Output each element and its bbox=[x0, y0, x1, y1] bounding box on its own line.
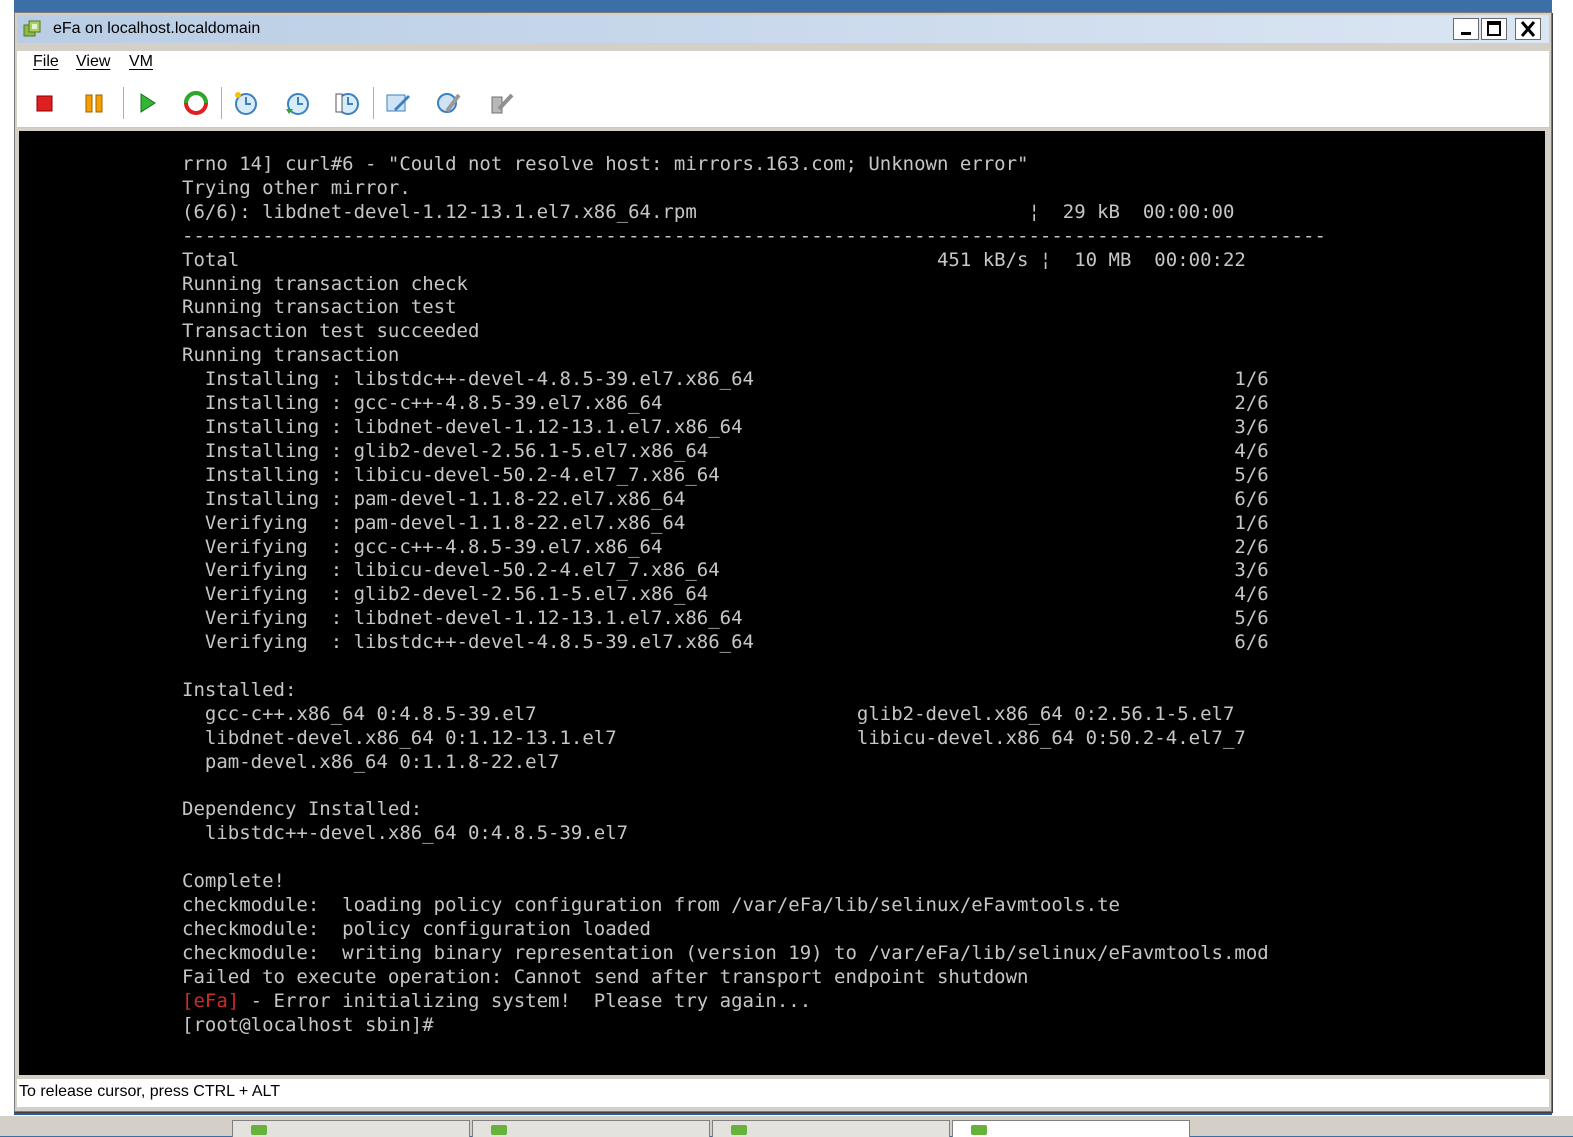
maximize-button[interactable] bbox=[1481, 18, 1507, 40]
close-button[interactable] bbox=[1515, 18, 1541, 40]
terminal-line: checkmodule: policy configuration loaded bbox=[182, 918, 651, 940]
terminal-line: Trying other mirror. bbox=[182, 176, 411, 199]
terminal-line: Verifying : libdnet-devel-1.12-13.1.el7.… bbox=[204, 607, 1269, 630]
terminal-line: Verifying : gcc-c++-4.8.5-39.el7.x86_64 … bbox=[204, 535, 1269, 558]
terminal-line: libdnet-devel.x86_64 0:1.12-13.1.el7 lib… bbox=[204, 726, 1246, 749]
terminal-line: Installing : gcc-c++-4.8.5-39.el7.x86_64… bbox=[204, 392, 1269, 415]
play-icon bbox=[140, 93, 156, 113]
desktop-left-strip bbox=[0, 0, 14, 1135]
stop-icon bbox=[36, 95, 53, 112]
revert-icon bbox=[286, 93, 309, 115]
menu-vm[interactable]: VM bbox=[129, 53, 153, 71]
shell-prompt: [root@localhost sbin]# bbox=[182, 1013, 434, 1036]
maximize-icon bbox=[1487, 21, 1501, 36]
terminal-line: checkmodule: writing binary representati… bbox=[182, 941, 1269, 964]
terminal-line: Installing : libicu-devel-50.2-4.el7_7.x… bbox=[204, 463, 1269, 486]
terminal-line: Complete! bbox=[182, 870, 285, 893]
error-tag: [eFa] bbox=[182, 989, 240, 1012]
taskbar-button[interactable] bbox=[712, 1120, 950, 1137]
minimize-button[interactable] bbox=[1453, 18, 1479, 40]
toolbar-separator bbox=[221, 87, 222, 119]
terminal-line: libstdc++-devel.x86_64 0:4.8.5-39.el7 bbox=[204, 822, 629, 845]
terminal-lines: rrno 14] curl#6 - "Could not resolve hos… bbox=[182, 153, 1326, 988]
snapshot-manager-button[interactable] bbox=[333, 89, 361, 117]
menu-bar: File View VM bbox=[17, 51, 1549, 77]
install-tools-button[interactable] bbox=[487, 89, 515, 117]
terminal-line: ----------------------------------------… bbox=[182, 224, 1326, 247]
terminal-line: checkmodule: loading policy configuratio… bbox=[182, 894, 1120, 917]
snapshot-button[interactable] bbox=[232, 89, 260, 117]
terminal-line: pam-devel.x86_64 0:1.1.8-22.el7 bbox=[204, 750, 560, 773]
install-tools-icon bbox=[491, 93, 514, 114]
menu-file[interactable]: File bbox=[33, 53, 59, 71]
reset-icon bbox=[184, 91, 208, 115]
terminal-line: Running transaction test bbox=[182, 296, 457, 319]
terminal-line: Installing : pam-devel-1.1.8-22.el7.x86_… bbox=[204, 487, 1269, 510]
tools-icon bbox=[437, 93, 461, 113]
stop-button[interactable] bbox=[30, 89, 58, 117]
desktop-right-strip bbox=[1552, 0, 1573, 1135]
taskbar-button-active[interactable] bbox=[952, 1120, 1190, 1137]
terminal-line: Total 451 kB/s ¦ 10 MB 00:00:22 bbox=[182, 248, 1246, 271]
pause-icon bbox=[85, 94, 103, 113]
app-icon bbox=[251, 1125, 267, 1135]
settings-button[interactable] bbox=[384, 89, 412, 117]
app-icon bbox=[971, 1125, 987, 1135]
status-message: To release cursor, press CTRL + ALT bbox=[19, 1083, 280, 1100]
close-icon bbox=[1520, 21, 1536, 37]
terminal-line: Running transaction check bbox=[182, 272, 468, 295]
vm-console-window: eFa on localhost.localdomain File View V… bbox=[14, 12, 1552, 1112]
terminal-line: Verifying : libicu-devel-50.2-4.el7_7.x8… bbox=[204, 559, 1269, 582]
terminal-line: (6/6): libdnet-devel-1.12-13.1.el7.x86_6… bbox=[182, 200, 1235, 223]
error-message: - Error initializing system! Please try … bbox=[239, 989, 812, 1012]
title-bar[interactable]: eFa on localhost.localdomain bbox=[17, 15, 1549, 43]
terminal-line: Verifying : libstdc++-devel-4.8.5-39.el7… bbox=[204, 631, 1269, 654]
taskbar-button[interactable] bbox=[232, 1120, 470, 1137]
terminal-line: Dependency Installed: bbox=[182, 798, 423, 821]
window-title: eFa on localhost.localdomain bbox=[53, 20, 261, 37]
play-button[interactable] bbox=[133, 89, 161, 117]
revert-button[interactable] bbox=[283, 89, 311, 117]
toolbar-separator bbox=[373, 87, 374, 119]
taskbar-button[interactable] bbox=[472, 1120, 710, 1137]
terminal-line: Installing : libstdc++-devel-4.8.5-39.el… bbox=[204, 368, 1269, 391]
taskbar bbox=[0, 1115, 1573, 1137]
terminal-line: Installed: bbox=[182, 678, 297, 701]
terminal-line: Installing : libdnet-devel-1.12-13.1.el7… bbox=[204, 415, 1269, 438]
snapshot-manager-icon bbox=[335, 93, 359, 115]
vm-app-icon bbox=[23, 20, 41, 38]
toolbar-separator bbox=[123, 87, 124, 119]
app-icon bbox=[731, 1125, 747, 1135]
terminal-line: Installing : glib2-devel-2.56.1-5.el7.x8… bbox=[204, 439, 1269, 462]
pause-button[interactable] bbox=[80, 89, 108, 117]
tools-button[interactable] bbox=[435, 89, 463, 117]
terminal-line: Verifying : pam-devel-1.1.8-22.el7.x86_6… bbox=[204, 511, 1269, 534]
terminal-line: Transaction test succeeded bbox=[182, 320, 480, 343]
terminal-line: Verifying : glib2-devel-2.56.1-5.el7.x86… bbox=[204, 583, 1269, 606]
menu-view[interactable]: View bbox=[76, 53, 110, 71]
terminal-line: Running transaction bbox=[182, 344, 400, 367]
settings-icon bbox=[386, 94, 410, 112]
snapshot-icon bbox=[235, 92, 257, 115]
terminal-output: rrno 14] curl#6 - "Could not resolve hos… bbox=[182, 153, 1326, 1038]
terminal-line: Failed to execute operation: Cannot send… bbox=[182, 965, 1029, 988]
terminal-line: gcc-c++.x86_64 0:4.8.5-39.el7 glib2-deve… bbox=[204, 702, 1235, 725]
minimize-icon bbox=[1461, 32, 1471, 35]
toolbar bbox=[17, 77, 1549, 128]
vm-console-screen[interactable]: rrno 14] curl#6 - "Could not resolve hos… bbox=[19, 131, 1545, 1075]
reset-button[interactable] bbox=[182, 89, 210, 117]
terminal-line: rrno 14] curl#6 - "Could not resolve hos… bbox=[182, 153, 1029, 175]
app-icon bbox=[491, 1125, 507, 1135]
status-bar: To release cursor, press CTRL + ALT bbox=[17, 1079, 1549, 1107]
